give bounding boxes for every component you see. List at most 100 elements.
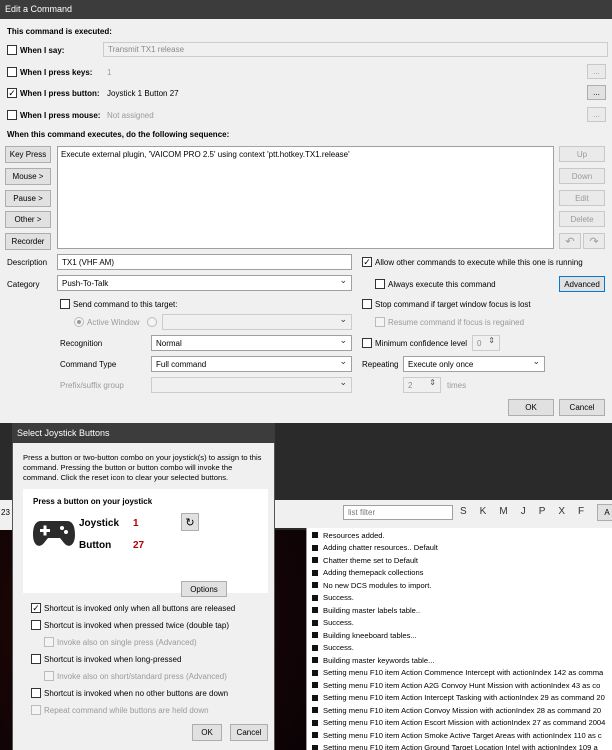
letter-x[interactable]: X <box>558 506 565 520</box>
opt-all-released-label: Shortcut is invoked only when all button… <box>44 604 236 613</box>
log-bullet-icon <box>312 719 318 726</box>
log-line: Setting menu F10 item Action Commence In… <box>312 667 612 680</box>
category-select[interactable]: Push-To-Talk <box>57 275 352 291</box>
log-line: Success. <box>312 592 612 605</box>
cancel-button[interactable]: Cancel <box>559 399 605 416</box>
when-say-label: When I say: <box>20 46 65 55</box>
undo-button[interactable]: ↶ <box>559 233 581 249</box>
opt-long-press-label: Shortcut is invoked when long-pressed <box>44 655 182 664</box>
letter-k[interactable]: K <box>480 506 487 520</box>
log-bullet-icon <box>312 557 318 564</box>
when-say-checkbox[interactable] <box>7 45 17 55</box>
edit-command-dialog: This command is executed: When I say: Tr… <box>0 19 612 423</box>
when-button-checkbox[interactable]: ✓ <box>7 88 17 98</box>
command-type-select[interactable]: Full command <box>151 356 352 372</box>
repeat-times-input[interactable]: 2 ⇕ <box>403 377 441 393</box>
button-value: 27 <box>133 540 145 551</box>
redo-icon: ↷ <box>589 235 599 248</box>
repeating-select[interactable]: Execute only once <box>403 356 545 372</box>
when-say-input[interactable]: Transmit TX1 release <box>103 42 608 57</box>
list-filter-input[interactable]: list filter <box>343 505 453 520</box>
when-keys-value: 1 <box>107 68 112 77</box>
min-confidence-checkbox[interactable] <box>362 338 372 348</box>
log-text: Building master keywords table... <box>323 655 435 665</box>
up-button[interactable]: Up <box>559 146 605 162</box>
recognition-select[interactable]: Normal <box>151 335 352 351</box>
recorder-button[interactable]: Recorder <box>5 233 51 250</box>
log-line: Setting menu F10 item Action Convoy Miss… <box>312 704 612 717</box>
opt-double-tap-checkbox[interactable] <box>31 620 41 630</box>
allow-other-checkbox[interactable]: ✓ <box>362 257 372 267</box>
letter-m[interactable]: M <box>499 506 507 520</box>
pause-button[interactable]: Pause > <box>5 190 51 207</box>
redo-button[interactable]: ↷ <box>583 233 605 249</box>
log-text: Adding chatter resources.. Default <box>323 543 438 553</box>
description-input[interactable]: TX1 (VHF AM) <box>57 254 352 270</box>
edit-button[interactable]: Edit <box>559 190 605 206</box>
mouse-button[interactable]: Mouse > <box>5 168 51 185</box>
options-button[interactable]: Options <box>181 581 227 597</box>
action-sequence-list[interactable]: Execute external plugin, 'VAICOM PRO 2.5… <box>57 146 554 249</box>
delete-button[interactable]: Delete <box>559 211 605 227</box>
ok-button[interactable]: OK <box>508 399 554 416</box>
opt-single-press-checkbox[interactable] <box>44 637 54 647</box>
mouse-browse-button[interactable]: ... <box>587 107 606 122</box>
reset-button[interactable]: ↻ <box>181 513 199 531</box>
min-confidence-input[interactable]: 0 ⇕ <box>472 335 500 351</box>
log-bullet-icon <box>312 607 318 614</box>
background-right-button[interactable]: A <box>597 504 612 521</box>
prefix-group-label: Prefix/suffix group <box>60 381 124 390</box>
joystick-title: Select Joystick Buttons <box>17 428 110 438</box>
when-mouse-value: Not assigned <box>107 111 154 120</box>
opt-no-other-checkbox[interactable] <box>31 688 41 698</box>
target-window-select[interactable] <box>162 314 352 330</box>
resume-focus-checkbox[interactable] <box>375 317 385 327</box>
other-button[interactable]: Other > <box>5 211 51 228</box>
log-text: Setting menu F10 item Action Smoke Activ… <box>323 730 602 740</box>
action-item[interactable]: Execute external plugin, 'VAICOM PRO 2.5… <box>61 150 350 159</box>
edit-title-bar: Edit a Command <box>0 0 612 19</box>
letter-f[interactable]: F <box>578 506 584 520</box>
opt-single-press-label: Invoke also on single press (Advanced) <box>57 638 197 647</box>
joystick-ok-button[interactable]: OK <box>192 724 222 741</box>
joystick-cancel-button[interactable]: Cancel <box>230 724 268 741</box>
button-label: Button <box>79 540 112 551</box>
keys-browse-button[interactable]: ... <box>587 64 606 79</box>
press-button-label: Press a button on your joystick <box>33 497 153 506</box>
log-bullet-icon <box>312 732 318 739</box>
down-button[interactable]: Down <box>559 168 605 184</box>
log-bullet-icon <box>312 682 318 689</box>
opt-repeat-checkbox[interactable] <box>31 705 41 715</box>
log-text: Building master labels table.. <box>323 605 421 615</box>
when-keys-label: When I press keys: <box>20 68 93 77</box>
letter-j[interactable]: J <box>521 506 526 520</box>
target-window-radio[interactable] <box>147 317 157 327</box>
stop-focus-checkbox[interactable] <box>362 299 372 309</box>
when-keys-checkbox[interactable] <box>7 67 17 77</box>
advanced-button[interactable]: Advanced <box>559 276 605 292</box>
log-bullet-icon <box>312 619 318 626</box>
letter-s[interactable]: S <box>460 506 467 520</box>
spinner-icon: ⇕ <box>488 336 495 345</box>
log-line: Adding themepack collections <box>312 567 612 580</box>
key-press-button[interactable]: Key Press <box>5 146 51 163</box>
log-line: Success. <box>312 617 612 630</box>
opt-all-released-checkbox[interactable]: ✓ <box>31 603 41 613</box>
button-browse-button[interactable]: ... <box>587 85 606 100</box>
log-text: Setting menu F10 item Action Intercept T… <box>323 693 605 703</box>
prefix-group-select[interactable] <box>151 377 352 393</box>
send-target-checkbox[interactable] <box>60 299 70 309</box>
log-line: Adding chatter resources.. Default <box>312 542 612 555</box>
opt-long-press-checkbox[interactable] <box>31 654 41 664</box>
always-execute-checkbox[interactable] <box>375 279 385 289</box>
joystick-value: 1 <box>133 518 139 529</box>
log-list: Resources added. Adding chatter resources… <box>307 528 612 750</box>
active-window-radio[interactable] <box>74 317 84 327</box>
when-mouse-checkbox[interactable] <box>7 110 17 120</box>
when-mouse-label: When I press mouse: <box>20 111 101 120</box>
log-text: Setting menu F10 item Action Escort Miss… <box>323 718 606 728</box>
joystick-label: Joystick <box>79 518 120 529</box>
opt-short-press-checkbox[interactable] <box>44 671 54 681</box>
opt-double-tap-label: Shortcut is invoked when pressed twice (… <box>44 621 229 630</box>
letter-p[interactable]: P <box>539 506 546 520</box>
